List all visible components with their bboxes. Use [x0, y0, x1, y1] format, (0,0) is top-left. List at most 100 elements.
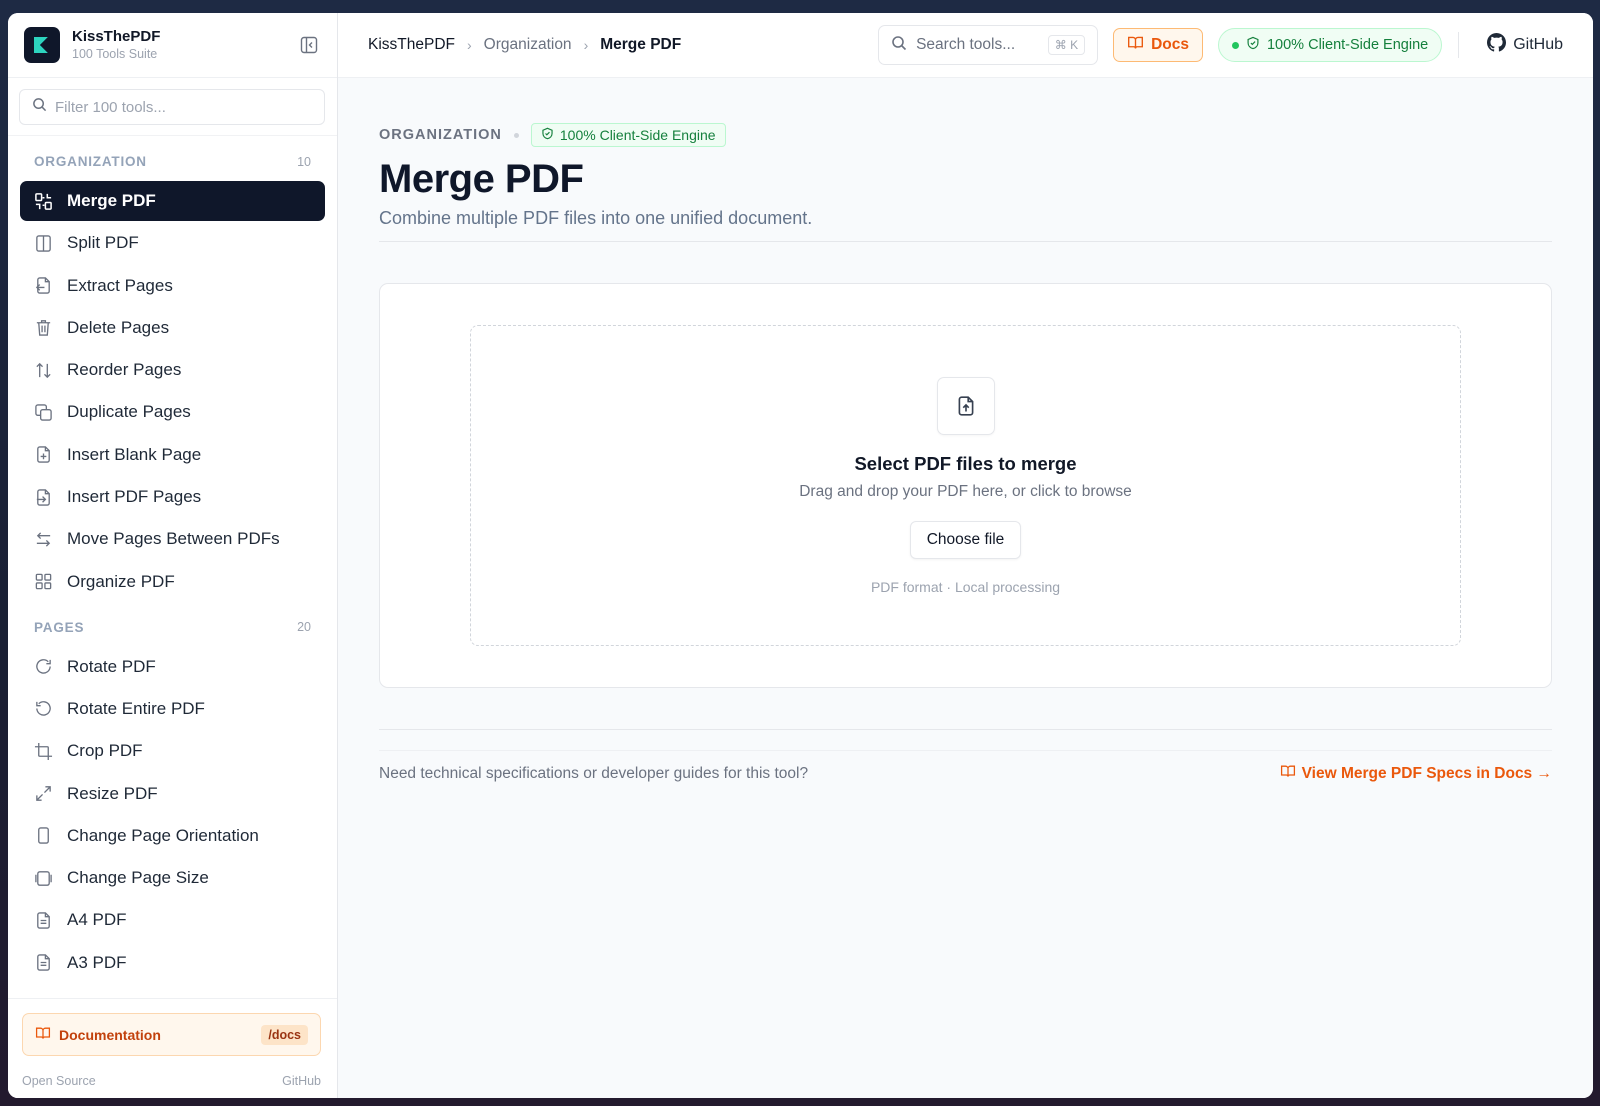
page-size-icon: [32, 867, 54, 889]
tool-content: ORGANIZATION 100% Client-Side Engine Mer…: [338, 78, 1593, 784]
breadcrumb: KissThePDF › Organization › Merge PDF: [368, 36, 878, 54]
sidebar-item-label: Change Page Orientation: [67, 825, 259, 845]
sidebar-item-insert-pdf-pages[interactable]: Insert PDF Pages: [20, 477, 325, 517]
search-icon: [32, 97, 47, 117]
top-bar: KissThePDF › Organization › Merge PDF Se…: [338, 13, 1593, 78]
tool-category: ORGANIZATION: [379, 127, 502, 143]
sidebar-item-change-orientation[interactable]: Change Page Orientation: [20, 816, 325, 856]
upload-card: Select PDF files to merge Drag and drop …: [379, 283, 1552, 688]
brand-header: KissThePDF 100 Tools Suite: [8, 13, 337, 78]
section-organization: ORGANIZATION 10: [20, 144, 325, 181]
section-title: PAGES: [34, 619, 85, 635]
view-specs-link[interactable]: View Merge PDF Specs in Docs →: [1280, 763, 1552, 784]
brand-subtitle: 100 Tools Suite: [72, 47, 158, 61]
sidebar-item-extract-pages[interactable]: Extract Pages: [20, 266, 325, 306]
sidebar-item-label: Split PDF: [67, 233, 139, 253]
dropzone-subtitle: Drag and drop your PDF here, or click to…: [799, 483, 1132, 500]
sidebar-item-organize-pdf[interactable]: Organize PDF: [20, 562, 325, 602]
sidebar-item-label: Duplicate Pages: [67, 402, 191, 422]
book-icon: [1127, 34, 1144, 56]
sidebar-item-label: Crop PDF: [67, 741, 143, 761]
rotate-ccw-icon: [32, 698, 54, 720]
grid-icon: [32, 571, 54, 593]
sidebar-item-merge-pdf[interactable]: Merge PDF: [20, 181, 325, 221]
sidebar-item-label: Merge PDF: [67, 191, 156, 210]
sidebar-item-label: Change Page Size: [67, 868, 209, 888]
resize-icon: [32, 783, 54, 805]
dropzone-title: Select PDF files to merge: [854, 453, 1077, 474]
tool-nav: ORGANIZATION 10 Merge PDF Split PDF Extr…: [8, 136, 337, 998]
status-dot-icon: [1231, 41, 1239, 49]
sidebar-item-insert-blank-page[interactable]: Insert Blank Page: [20, 435, 325, 475]
breadcrumb-home[interactable]: KissThePDF: [368, 36, 455, 54]
sidebar: KissThePDF 100 Tools Suite ORGA: [8, 13, 338, 1098]
chevron-right-icon: ›: [467, 37, 472, 53]
specs-row: Need technical specifications or develop…: [379, 750, 1552, 784]
search-shortcut: ⌘ K: [1047, 35, 1086, 55]
page-title: Merge PDF: [379, 157, 584, 201]
split-icon: [32, 232, 54, 254]
sidebar-item-label: Move Pages Between PDFs: [67, 529, 280, 549]
portrait-icon: [32, 825, 54, 847]
shield-check-icon: [541, 127, 554, 143]
choose-file-button[interactable]: Choose file: [909, 521, 1022, 559]
bullet-separator: [513, 132, 519, 138]
docs-path-badge: /docs: [261, 1024, 308, 1045]
sidebar-item-a4-pdf[interactable]: A4 PDF: [20, 900, 325, 940]
merge-icon: [32, 190, 54, 212]
sidebar-item-duplicate-pages[interactable]: Duplicate Pages: [20, 392, 325, 432]
github-footer-link[interactable]: GitHub: [282, 1074, 321, 1088]
sidebar-item-delete-pages[interactable]: Delete Pages: [20, 308, 325, 348]
crop-icon: [32, 740, 54, 762]
book-icon: [35, 1025, 51, 1044]
sidebar-item-reorder-pages[interactable]: Reorder Pages: [20, 350, 325, 390]
section-count: 20: [297, 620, 311, 635]
search-tools-button[interactable]: Search tools... ⌘ K: [878, 25, 1099, 65]
engine-status-badge: 100% Client-Side Engine: [1217, 28, 1443, 62]
divider: [379, 729, 1552, 730]
copy-icon: [32, 401, 54, 423]
sidebar-item-label: Reorder Pages: [67, 360, 182, 380]
sidebar-item-rotate-pdf[interactable]: Rotate PDF: [20, 647, 325, 687]
section-title: ORGANIZATION: [34, 154, 147, 169]
sidebar-item-split-pdf[interactable]: Split PDF: [20, 223, 325, 263]
github-link[interactable]: GitHub: [1487, 33, 1563, 57]
sidebar-item-label: Organize PDF: [67, 571, 175, 591]
view-specs-label: View Merge PDF Specs in Docs →: [1301, 764, 1552, 782]
reorder-icon: [32, 359, 54, 381]
sidebar-item-label: A4 PDF: [67, 910, 127, 930]
open-source-link[interactable]: Open Source: [22, 1074, 96, 1088]
sidebar-item-crop-pdf[interactable]: Crop PDF: [20, 731, 325, 771]
client-side-badge-label: 100% Client-Side Engine: [559, 127, 716, 143]
swap-icon: [32, 528, 54, 550]
file-upload-icon: [936, 377, 995, 435]
search-placeholder: Search tools...: [916, 36, 1016, 53]
main-area: KissThePDF › Organization › Merge PDF Se…: [338, 13, 1593, 1098]
documentation-label: Documentation: [59, 1026, 161, 1043]
sidebar-item-label: Extract Pages: [67, 275, 173, 295]
docs-label: Docs: [1151, 36, 1189, 53]
breadcrumb-category[interactable]: Organization: [484, 36, 572, 54]
sidebar-item-label: Rotate Entire PDF: [67, 698, 205, 718]
app-logo[interactable]: [24, 27, 60, 63]
filter-tools-input[interactable]: [55, 98, 312, 116]
file-text-icon: [32, 952, 54, 974]
sidebar-item-label: Rotate PDF: [67, 656, 156, 676]
documentation-link[interactable]: Documentation /docs: [22, 1013, 321, 1056]
sidebar-item-change-page-size[interactable]: Change Page Size: [20, 858, 325, 898]
sidebar-item-rotate-entire-pdf[interactable]: Rotate Entire PDF: [20, 689, 325, 729]
extract-icon: [32, 275, 54, 297]
file-text-icon: [32, 909, 54, 931]
search-icon: [891, 35, 907, 56]
client-side-badge: 100% Client-Side Engine: [530, 123, 726, 147]
file-dropzone[interactable]: Select PDF files to merge Drag and drop …: [470, 325, 1461, 646]
dropzone-meta: PDF format · Local processing: [870, 579, 1061, 595]
sidebar-item-a3-pdf[interactable]: A3 PDF: [20, 943, 325, 983]
sidebar-footer: Documentation /docs Open Source GitHub: [8, 998, 337, 1098]
file-plus-icon: [32, 444, 54, 466]
docs-button[interactable]: Docs: [1113, 28, 1203, 62]
sidebar-collapse-icon[interactable]: [297, 33, 321, 57]
sidebar-item-move-pages[interactable]: Move Pages Between PDFs: [20, 519, 325, 559]
sidebar-item-resize-pdf[interactable]: Resize PDF: [20, 774, 325, 814]
page-subtitle: Combine multiple PDF files into one unif…: [379, 208, 1552, 242]
